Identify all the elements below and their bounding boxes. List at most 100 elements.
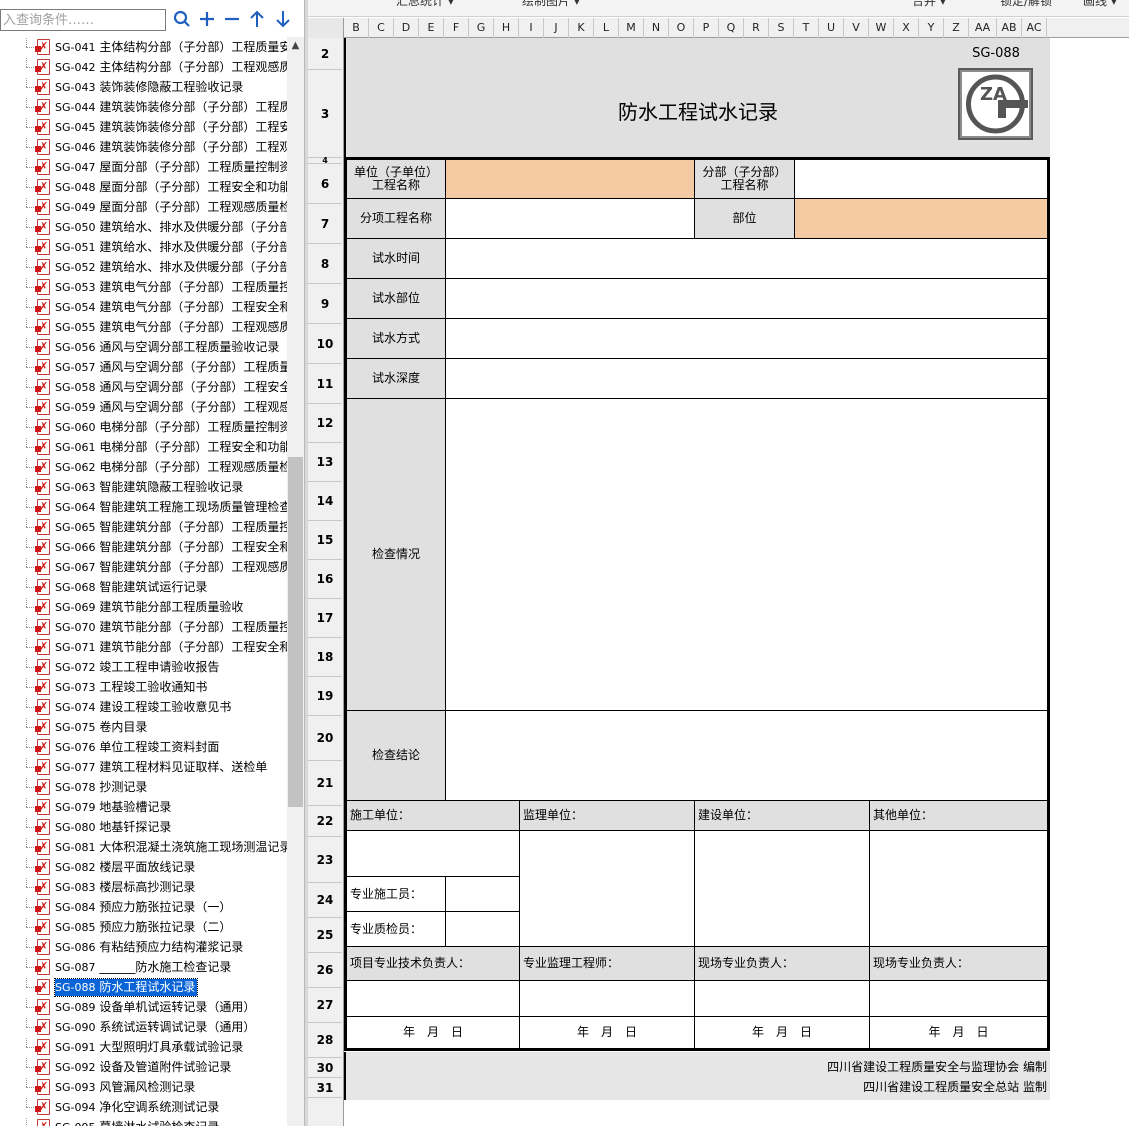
test-method-field[interactable] [445,318,1048,359]
tree-item[interactable]: SG-054 建筑电气分部（子分部）工程安全和 [0,297,287,317]
tree-item[interactable]: SG-068 智能建筑试运行记录 [0,577,287,597]
arrow-down-icon[interactable] [273,10,293,30]
tree-item[interactable]: SG-061 电梯分部（子分部）工程安全和功能 [0,437,287,457]
search-icon[interactable] [172,10,192,30]
row-header[interactable]: 23 [308,837,342,883]
row-header[interactable]: 31 [308,1078,342,1098]
column-header[interactable]: I [519,18,544,38]
test-depth-field[interactable] [445,358,1048,399]
row-header[interactable]: 10 [308,324,342,364]
tree-item[interactable]: SG-093 风管漏风检测记录 [0,1077,287,1097]
column-header[interactable]: X [894,18,919,38]
arrow-up-icon[interactable] [247,10,267,30]
tree-item[interactable]: SG-076 单位工程竣工资料封面 [0,737,287,757]
tree-item[interactable]: SG-051 建筑给水、排水及供暖分部（子分部 [0,237,287,257]
item-project-field[interactable] [445,198,695,239]
column-header[interactable]: L [594,18,619,38]
location-field[interactable] [794,198,1048,239]
row-header[interactable]: 13 [308,443,342,482]
tree-item[interactable]: SG-090 系统试运转调试记录（通用） [0,1017,287,1037]
row-header[interactable]: 7 [308,204,342,244]
column-header[interactable]: E [419,18,444,38]
column-header[interactable]: H [494,18,519,38]
row-header[interactable]: 11 [308,364,342,404]
test-time-field[interactable] [445,238,1048,279]
merge-button[interactable]: 合并 ▾ [912,0,946,9]
row-header[interactable]: 20 [308,716,342,761]
column-header[interactable]: S [769,18,794,38]
tree-item[interactable]: SG-083 楼层标高抄测记录 [0,877,287,897]
tree-item[interactable]: SG-041 主体结构分部（子分部）工程质量安 [0,37,287,57]
site-lead-signature-2[interactable] [869,980,1048,1017]
row-header[interactable]: 28 [308,1023,342,1058]
tree-item[interactable]: SG-095 幕墙淋水试验检查记录 [0,1117,287,1126]
column-header[interactable]: AA [969,18,997,38]
tree-item[interactable]: SG-047 屋面分部（子分部）工程质量控制资 [0,157,287,177]
column-header[interactable]: K [569,18,594,38]
tree-scrollbar[interactable]: ▲ [287,37,304,1126]
unit-project-field[interactable] [445,159,695,199]
supervision-unit-field[interactable] [519,830,695,947]
row-header[interactable]: 16 [308,560,342,599]
column-header[interactable]: Z [944,18,969,38]
tree-item[interactable]: SG-063 智能建筑隐蔽工程验收记录 [0,477,287,497]
column-header[interactable]: AC [1022,18,1047,38]
column-header[interactable]: AB [997,18,1022,38]
tree-item[interactable]: SG-070 建筑节能分部（子分部）工程质量控 [0,617,287,637]
row-header[interactable]: 14 [308,482,342,521]
draw-image-button[interactable]: 绘制图片 ▾ [522,0,580,9]
quality-inspector-field[interactable] [445,911,520,947]
tree-item[interactable]: SG-088 防水工程试水记录 [0,977,287,997]
tree-item[interactable]: SG-043 装饰装修隐蔽工程验收记录 [0,77,287,97]
row-header[interactable]: 22 [308,806,342,837]
tree-item[interactable]: SG-065 智能建筑分部（子分部）工程质量控 [0,517,287,537]
tree-item[interactable]: SG-057 通风与空调分部（子分部）工程质量 [0,357,287,377]
row-header[interactable]: 6 [308,164,342,204]
tree-item[interactable]: SG-050 建筑给水、排水及供暖分部（子分部 [0,217,287,237]
tree-item[interactable]: SG-078 抄测记录 [0,777,287,797]
tree-item[interactable]: SG-060 电梯分部（子分部）工程质量控制资 [0,417,287,437]
tech-lead-signature[interactable] [346,980,520,1017]
tree-item[interactable]: SG-064 智能建筑工程施工现场质量管理检查 [0,497,287,517]
row-header[interactable]: 19 [308,677,342,716]
conclusion-field[interactable] [445,710,1048,801]
row-header[interactable]: 15 [308,521,342,560]
row-header[interactable]: 25 [308,918,342,953]
row-header[interactable]: 17 [308,599,342,638]
tree-item[interactable]: SG-069 建筑节能分部工程质量验收 [0,597,287,617]
tree-item[interactable]: SG-084 预应力筋张拉记录（一） [0,897,287,917]
row-header[interactable]: 21 [308,761,342,806]
other-unit-field[interactable] [869,830,1048,947]
tree-item[interactable]: SG-091 大型照明灯具承载试验记录 [0,1037,287,1057]
tree-item[interactable]: SG-082 楼层平面放线记录 [0,857,287,877]
row-header[interactable]: 8 [308,244,342,284]
column-header[interactable]: P [694,18,719,38]
column-header[interactable]: V [844,18,869,38]
tree-item[interactable]: SG-066 智能建筑分部（子分部）工程安全和 [0,537,287,557]
tree-item[interactable]: SG-077 建筑工程材料见证取样、送检单 [0,757,287,777]
tree-item[interactable]: SG-086 有粘结预应力结构灌浆记录 [0,937,287,957]
row-header[interactable]: 3 [308,70,342,158]
select-all-corner[interactable] [308,18,344,38]
column-header[interactable]: W [869,18,894,38]
column-header[interactable]: R [744,18,769,38]
tree-item[interactable]: SG-058 通风与空调分部（子分部）工程安全 [0,377,287,397]
column-header[interactable]: M [619,18,644,38]
tree-item[interactable]: SG-074 建设工程竣工验收意见书 [0,697,287,717]
row-header[interactable]: 18 [308,638,342,677]
inspection-field[interactable] [445,398,1048,711]
column-header[interactable]: Y [919,18,944,38]
row-header[interactable]: 26 [308,953,342,988]
sub-project-field[interactable] [794,159,1048,199]
tree-item[interactable]: SG-080 地基钎探记录 [0,817,287,837]
tree-item[interactable]: SG-055 建筑电气分部（子分部）工程观感质 [0,317,287,337]
tree-item[interactable]: SG-049 屋面分部（子分部）工程观感质量检 [0,197,287,217]
tree-item[interactable]: SG-048 屋面分部（子分部）工程安全和功能 [0,177,287,197]
test-part-field[interactable] [445,278,1048,319]
date-2[interactable]: 年 月 日 [519,1016,695,1049]
build-unit-field[interactable] [694,830,870,947]
construction-worker-field[interactable] [445,876,520,912]
tree-item[interactable]: SG-045 建筑装饰装修分部（子分部）工程安 [0,117,287,137]
row-header[interactable]: 9 [308,284,342,324]
tree-item[interactable]: SG-081 大体积混凝土浇筑施工现场测温记录 [0,837,287,857]
